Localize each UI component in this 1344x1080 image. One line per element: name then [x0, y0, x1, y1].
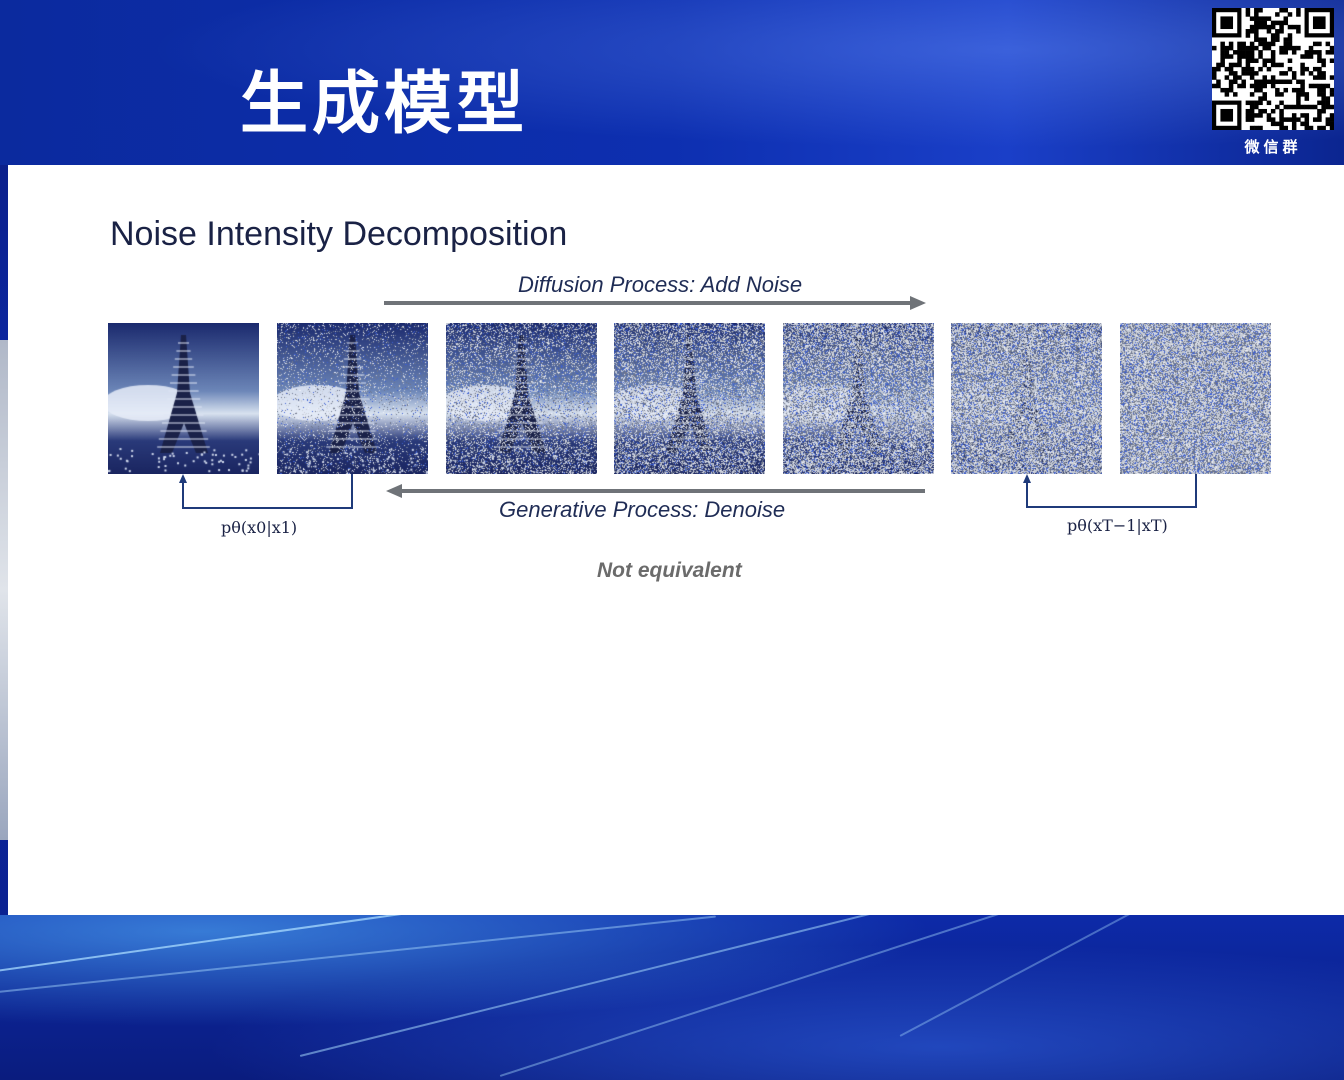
diffusion-arrow-head	[910, 296, 926, 310]
generative-arrow-head	[386, 484, 402, 498]
generative-label: Generative Process: Denoise	[499, 497, 786, 522]
noise-step-image	[783, 323, 934, 474]
note-not-equivalent: Not equivalent	[597, 559, 742, 582]
noise-step-image	[446, 323, 597, 474]
noise-step-image	[614, 323, 765, 474]
noise-step-image	[108, 323, 259, 474]
formula-right: pθ(xT−1|xT)	[1067, 516, 1168, 535]
noise-step-image	[951, 323, 1102, 474]
formula-left: pθ(x0|x1)	[221, 518, 298, 537]
arrows-layer	[179, 296, 1197, 509]
left-bracket-head	[179, 474, 187, 483]
right-bracket-head	[1023, 474, 1031, 483]
noise-step-image	[1120, 323, 1271, 474]
right-bracket	[1026, 474, 1197, 508]
noise-step-image	[277, 323, 428, 474]
left-bracket	[182, 474, 353, 509]
